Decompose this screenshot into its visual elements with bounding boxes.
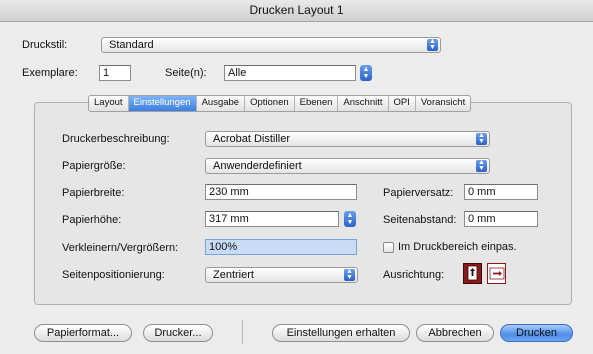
tab-ausgabe[interactable]: Ausgabe xyxy=(197,96,246,111)
einstellungen-erhalten-button[interactable]: Einstellungen erhalten xyxy=(272,324,410,342)
druckerbeschreibung-label: Druckerbeschreibung: xyxy=(62,133,170,145)
seitenpositionierung-value: Zentriert xyxy=(213,269,254,281)
print-dialog: Drucken Layout 1 Druckstil: Standard ▲ ▼ … xyxy=(0,0,593,354)
papierhoehe-label: Papierhöhe: xyxy=(62,214,122,226)
seitenpositionierung-popup[interactable]: Zentriert ▲ ▼ xyxy=(205,267,358,283)
papierversatz-label: Papierversatz: xyxy=(383,187,454,199)
seitenabstand-field[interactable]: 0 mm xyxy=(464,211,538,227)
button-divider xyxy=(242,320,243,344)
druckstil-label: Druckstil: xyxy=(22,39,68,51)
papierformat-button[interactable]: Papierformat... xyxy=(34,324,132,342)
tab-layout[interactable]: Layout xyxy=(89,96,129,111)
druckerbeschreibung-value: Acrobat Distiller xyxy=(213,133,291,145)
papierhoehe-stepper[interactable]: ▲ ▼ xyxy=(344,211,356,227)
exemplare-field[interactable]: 1 xyxy=(99,65,131,81)
seitenabstand-label: Seitenabstand: xyxy=(383,214,457,226)
einpassen-checkbox[interactable] xyxy=(383,242,394,253)
einpassen-label: Im Druckbereich einpas. xyxy=(398,241,517,253)
exemplare-label: Exemplare: xyxy=(22,67,78,79)
verkleinern-field[interactable]: 100% xyxy=(205,239,357,255)
papiergroesse-label: Papiergröße: xyxy=(62,160,126,172)
portrait-orientation-icon[interactable] xyxy=(463,263,482,284)
popup-arrows-icon: ▲ ▼ xyxy=(476,159,487,172)
popup-arrows-icon: ▲ ▼ xyxy=(427,38,438,51)
seiten-popup-button[interactable]: ▲ ▼ xyxy=(360,65,372,81)
popup-arrows-icon: ▲ ▼ xyxy=(344,268,355,281)
druckstil-popup[interactable]: Standard ▲ ▼ xyxy=(101,37,441,53)
druckstil-value: Standard xyxy=(109,39,154,51)
seiten-field[interactable]: Alle xyxy=(224,65,356,81)
drucken-button[interactable]: Drucken xyxy=(500,324,573,342)
tab-optionen[interactable]: Optionen xyxy=(245,96,295,111)
papierhoehe-field[interactable]: 317 mm xyxy=(205,211,339,227)
tab-ebenen[interactable]: Ebenen xyxy=(295,96,339,111)
popup-arrows-icon: ▲ ▼ xyxy=(476,132,487,145)
papierbreite-field[interactable]: 230 mm xyxy=(205,184,357,200)
tab-bar: Layout Einstellungen Ausgabe Optionen Eb… xyxy=(88,95,472,112)
tab-voransicht[interactable]: Voransicht xyxy=(416,96,470,111)
abbrechen-button[interactable]: Abbrechen xyxy=(416,324,494,342)
papiergroesse-popup[interactable]: Anwenderdefiniert ▲ ▼ xyxy=(205,158,490,174)
drucker-button[interactable]: Drucker... xyxy=(143,324,213,342)
window-title: Drucken Layout 1 xyxy=(0,0,593,22)
ausrichtung-label: Ausrichtung: xyxy=(383,269,445,281)
tab-anschnitt[interactable]: Anschnitt xyxy=(338,96,389,111)
tab-einstellungen[interactable]: Einstellungen xyxy=(128,96,197,111)
papierversatz-field[interactable]: 0 mm xyxy=(464,184,538,200)
landscape-orientation-icon[interactable] xyxy=(487,263,506,284)
seitenpositionierung-label: Seitenpositionierung: xyxy=(62,269,165,281)
verkleinern-label: Verkleinern/Vergrößern: xyxy=(62,242,179,254)
tab-opi[interactable]: OPI xyxy=(389,96,416,111)
papierbreite-label: Papierbreite: xyxy=(62,187,125,199)
seiten-label: Seite(n): xyxy=(165,67,207,79)
papiergroesse-value: Anwenderdefiniert xyxy=(213,160,302,172)
druckerbeschreibung-popup[interactable]: Acrobat Distiller ▲ ▼ xyxy=(205,131,490,147)
